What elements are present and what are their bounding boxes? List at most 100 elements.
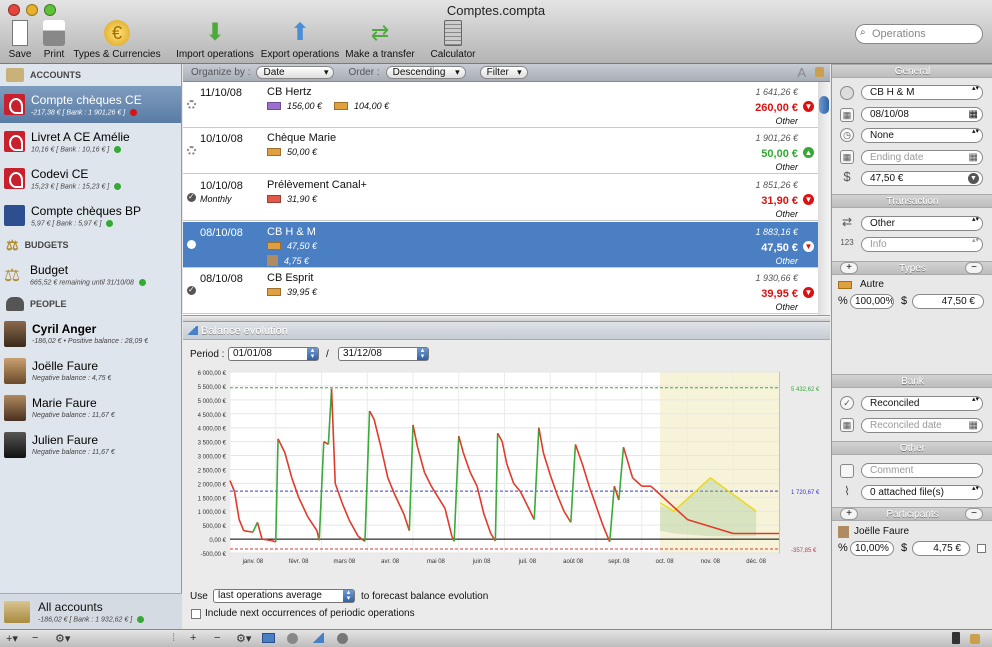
gear-icon[interactable]: ⚙▾ [55,632,70,645]
calendar-end-icon: ▦ [840,150,854,164]
comment-field[interactable]: Comment [861,463,983,478]
types-currencies-button[interactable]: € Types & Currencies [72,20,162,60]
debit-toggle-icon[interactable]: ▼ [968,173,979,184]
reconciled-date-field[interactable]: Reconciled date ▦ [861,418,983,433]
lock-icon[interactable] [815,67,824,77]
table-row[interactable]: 11/10/08 CB Hertz 156,00 € 104,00 € 1 64… [183,82,818,128]
op-amount: 260,00 € [755,102,798,114]
repeat-select[interactable]: None [861,128,983,143]
export-operations-button[interactable]: ⬆ Export operations [260,20,340,61]
op-category: Other [775,162,798,172]
caisse-epargne-icon [4,94,25,115]
table-row[interactable]: 10/10/08 Chèque Marie 50,00 € 1 901,26 €… [183,128,818,174]
positive-status-icon [114,145,122,153]
gear-icon[interactable]: ⚙▾ [236,632,251,645]
participant-checkbox[interactable] [977,544,986,553]
transaction-section-header: Transaction [832,194,992,208]
sidebar-item-person[interactable]: Cyril Anger -186,02 € • Positive balance… [0,315,181,352]
pie-chart-icon[interactable] [287,633,298,644]
avatar [4,394,26,421]
operation-date-field[interactable]: 08/10/08 ▦ [861,107,983,122]
account-name: Compte chèques CE [31,92,142,107]
font-size-icon[interactable]: A [797,65,806,80]
split-view-handle[interactable] [183,315,830,322]
add-type-button[interactable]: + [840,262,858,274]
accounts-icon [6,68,24,82]
add-account-button[interactable]: +▾ [6,632,18,645]
end-date-value: 31/12/08 [343,348,382,359]
participant-amount-field[interactable]: 4,75 € [912,541,970,556]
end-date-field[interactable]: 31/12/08 ▴ ▾ [338,347,429,361]
calendar-picker-icon[interactable]: ▦ [969,419,978,432]
sidebar-item-budget[interactable]: ⚖ Budget 665,52 € remaining until 31/10/… [0,256,181,293]
calendar-picker-icon[interactable]: ▦ [969,108,978,121]
type-swatch-icon [267,102,281,110]
accounts-header: ACCOUNTS [0,64,181,86]
list-view-icon[interactable] [262,633,275,643]
line-chart-icon[interactable] [311,633,324,643]
filter-select[interactable]: Filter [479,66,528,79]
add-participant-button[interactable]: + [840,508,858,520]
avatar [4,431,26,458]
table-row-selected[interactable]: 08/10/08 CB H & M 47,50 € 4,75 € 1 883,1… [183,222,818,268]
table-row[interactable]: 08/10/08 CB Esprit 39,95 € 1 930,66 € 39… [183,268,818,314]
include-periodic-checkbox[interactable] [191,609,201,619]
date-stepper-icon[interactable]: ▴ ▾ [417,347,428,360]
calculator-button[interactable]: Calculator [428,20,478,60]
add-operation-button[interactable]: + [190,632,196,644]
type-swatch-icon [838,281,852,289]
calendar-picker-icon[interactable]: ▦ [969,151,978,164]
sidebar-item-account[interactable]: Compte chèques CE -217,38 € [ Bank : 1 9… [0,86,181,123]
search-input[interactable]: ⌕ Operations [855,24,983,44]
bank-status-select[interactable]: Reconciled [861,396,983,411]
forecast-suffix-label: to forecast balance evolution [361,591,489,602]
balance-chart: 6 000,00 € 5 500,00 € 5 000,00 € 4 500,00 €… [198,371,820,565]
import-operations-button[interactable]: ⬇ Import operations [175,19,255,61]
amount-field[interactable]: 47,50 € ▼ [861,171,983,186]
include-periodic-label: Include next occurrences of periodic ope… [205,608,415,619]
account-name: Compte chèques BP [31,203,142,218]
operations-scrollbar[interactable] [818,82,830,315]
sidebar-item-account[interactable]: Livret A CE Amélie 10,16 € [ Bank : 10,1… [0,123,181,160]
attached-files-select[interactable]: 0 attached file(s) [861,485,983,500]
dollar-icon: $ [901,542,908,554]
green-down-arrow-icon: ⬇ [204,19,226,46]
organize-select[interactable]: Date [256,66,335,79]
sidebar-item-all-accounts[interactable]: All accounts -186,02 € [ Bank : 1 932,62… [0,593,182,629]
type-amount-field[interactable]: 47,50 € [912,294,984,309]
budget-remaining: 665,52 € remaining until 31/10/08 [30,279,134,287]
table-row[interactable]: 10/10/08 Monthly Prélèvement Canal+ 31,9… [183,175,818,221]
info-field[interactable]: Info [861,237,983,252]
type-percent-field[interactable]: 100,00% [850,294,894,309]
make-transfer-button[interactable]: ⇄ Make a transfer [344,20,416,60]
x-tick-label: sept. 08 [608,559,630,565]
person-balance: Negative balance : 11,67 € [32,412,115,419]
scrollbar-thumb[interactable] [819,96,829,114]
resize-handle-icon[interactable]: ⁞ [172,632,175,644]
save-button[interactable]: Save [6,20,34,60]
sidebar-item-person[interactable]: Marie Faure Negative balance : 11,67 € [0,389,181,426]
globe-icon[interactable] [337,633,348,644]
start-date-field[interactable]: 01/01/08 ▴ ▾ [228,347,319,361]
remove-operation-button[interactable]: − [214,632,220,644]
toolbar: Comptes.compta Save Print € Types & Curr… [0,0,992,64]
forecast-method-select[interactable]: last operations average ▴ ▾ [213,589,355,603]
percent-icon: % [838,542,848,554]
remove-participant-button[interactable]: − [965,508,983,520]
remove-type-button[interactable]: − [965,262,983,274]
print-button[interactable]: Print [40,20,68,60]
sidebar-item-account[interactable]: Codevi CE 15,23 € [ Bank : 15,23 € ] [0,160,181,197]
sidebar-item-person[interactable]: Joëlle Faure Negative balance : 4,75 € [0,352,181,389]
lock-icon[interactable] [970,634,980,644]
people-icon [6,297,24,311]
sidebar-item-person[interactable]: Julien Faure Negative balance : 11,67 € [0,426,181,463]
remove-account-button[interactable]: − [32,632,38,644]
operation-name-field[interactable]: CB H & M [861,85,983,100]
order-select[interactable]: Descending [385,66,466,79]
date-stepper-icon[interactable]: ▴ ▾ [307,347,318,360]
participant-percent-field[interactable]: 10,00% [850,541,894,556]
accounts-header-label: ACCOUNTS [30,70,81,80]
transaction-type-select[interactable]: Other [861,216,983,231]
ending-date-field[interactable]: Ending date ▦ [861,150,983,165]
sidebar-item-account[interactable]: Compte chèques BP 5,97 € [ Bank : 5,97 €… [0,197,181,234]
